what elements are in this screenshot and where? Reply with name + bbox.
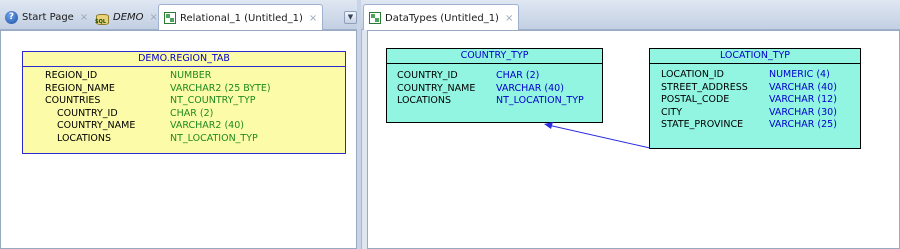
attribute-name: COUNTRY_ID [397,70,458,81]
tab-label: Start Page [22,12,74,23]
attribute-row[interactable]: COUNTRY_ID CHAR (2) [387,70,602,83]
column-type: NT_LOCATION_TYP [170,132,258,144]
type-country-typ[interactable]: COUNTRY_TYP COUNTRY_ID CHAR (2) COUNTRY_… [386,48,603,123]
close-icon[interactable]: × [309,13,317,24]
attribute-name: POSTAL_CODE [661,94,730,105]
close-icon[interactable]: × [80,12,88,23]
attribute-name: LOCATION_ID [661,69,724,80]
table-title: DEMO.REGION_TAB [23,52,345,67]
right-tab-bar: DataTypes (Untitled_1) × [361,0,900,31]
close-icon[interactable]: × [150,12,158,23]
attribute-name: CITY [661,106,683,118]
column-name: COUNTRY_ID [57,107,118,119]
column-type: NT_COUNTRY_TYP [170,95,256,106]
relational-model-icon [164,12,176,24]
datatypes-model-icon [369,12,381,24]
attribute-row[interactable]: LOCATION_ID NUMERIC (4) [650,69,860,82]
column-name: REGION_ID [45,70,98,81]
tab-demo[interactable]: SQL DEMO × [90,5,163,30]
attribute-row[interactable]: STATE_PROVINCE VARCHAR (25) [650,119,860,132]
column-type: VARCHAR2 (40) [170,120,244,131]
attribute-row[interactable]: LOCATIONS NT_LOCATION_TYP [387,95,602,108]
attribute-name: COUNTRY_NAME [397,82,476,94]
attribute-row[interactable]: POSTAL_CODE VARCHAR (12) [650,94,860,107]
type-location-typ[interactable]: LOCATION_TYP LOCATION_ID NUMERIC (4) STR… [649,48,861,149]
column-row[interactable]: REGION_NAME VARCHAR2 (25 BYTE) [23,83,345,96]
attribute-type: VARCHAR (40) [496,82,564,94]
attribute-type: NT_LOCATION_TYP [496,95,584,106]
column-row[interactable]: COUNTRY_NAME VARCHAR2 (40) [23,120,345,133]
help-icon: ? [5,11,18,24]
attribute-name: LOCATIONS [397,95,452,106]
attribute-type: CHAR (2) [496,70,540,81]
column-name: COUNTRY_NAME [57,120,136,131]
attribute-type: NUMERIC (4) [769,69,830,80]
tab-start-page[interactable]: ? Start Page × [0,5,93,30]
column-name: COUNTRIES [45,95,101,106]
type-title: COUNTRY_TYP [387,49,602,64]
connection-icon: SQL [95,11,109,25]
attribute-type: VARCHAR (40) [769,81,837,93]
column-row[interactable]: COUNTRIES NT_COUNTRY_TYP [23,95,345,108]
attribute-row[interactable]: COUNTRY_NAME VARCHAR (40) [387,83,602,96]
attribute-row[interactable]: CITY VARCHAR (30) [650,107,860,120]
tab-datatypes[interactable]: DataTypes (Untitled_1) × [363,4,520,31]
attribute-row[interactable]: STREET_ADDRESS VARCHAR (40) [650,82,860,95]
type-title: LOCATION_TYP [650,49,860,64]
column-type: CHAR (2) [170,107,214,119]
tab-list-dropdown-button[interactable]: ▼ [344,11,357,24]
left-tab-bar: ? Start Page × SQL DEMO × Relational_1 (… [0,0,357,31]
tab-relational-1[interactable]: Relational_1 (Untitled_1) × [158,4,324,31]
column-row[interactable]: REGION_ID NUMBER [23,70,345,83]
tab-label: DEMO [113,12,144,23]
column-type: VARCHAR2 (25 BYTE) [170,82,271,94]
close-icon[interactable]: × [505,13,513,24]
attribute-type: VARCHAR (30) [769,106,837,118]
attribute-type: VARCHAR (25) [769,119,837,130]
column-row[interactable]: COUNTRY_ID CHAR (2) [23,108,345,121]
tab-label: DataTypes (Untitled_1) [385,12,499,24]
attribute-name: STREET_ADDRESS [661,81,748,93]
column-name: REGION_NAME [45,82,115,94]
tab-label: Relational_1 (Untitled_1) [180,12,303,24]
column-type: NUMBER [170,70,212,81]
attribute-name: STATE_PROVINCE [661,119,744,130]
column-name: LOCATIONS [57,132,112,144]
column-row[interactable]: LOCATIONS NT_LOCATION_TYP [23,133,345,146]
attribute-type: VARCHAR (12) [769,94,837,105]
table-region-tab[interactable]: DEMO.REGION_TAB REGION_ID NUMBER REGION_… [22,51,346,154]
